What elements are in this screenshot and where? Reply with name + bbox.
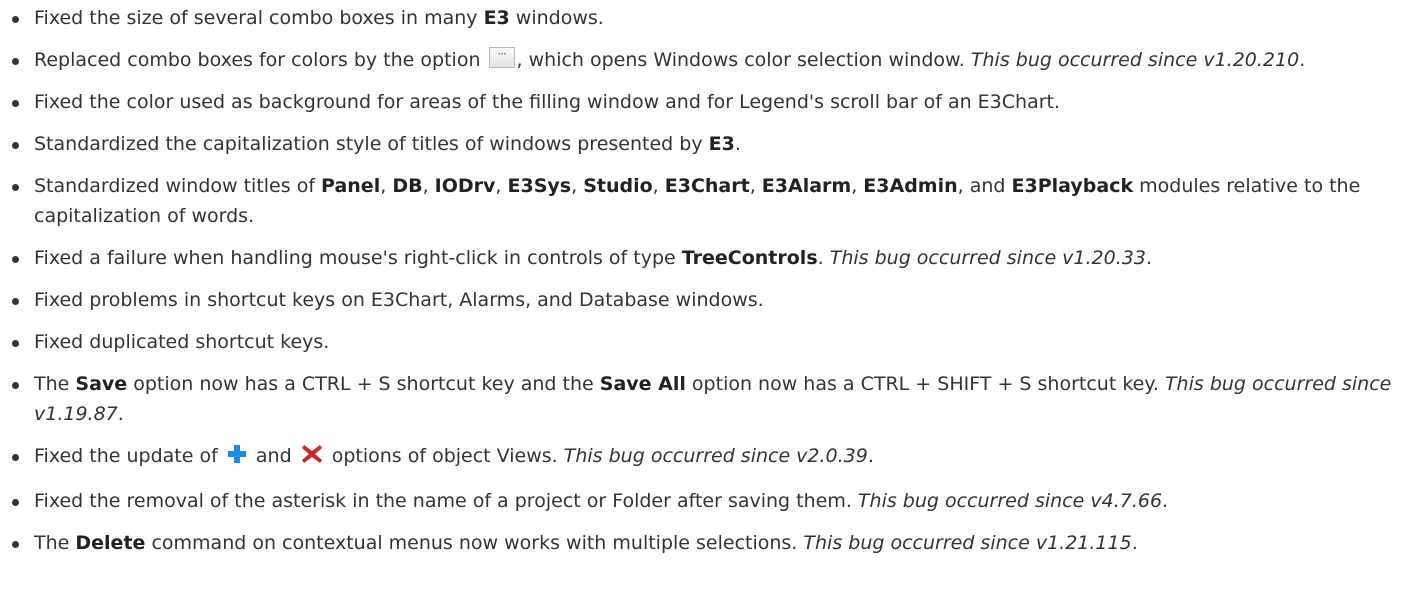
list-item: Fixed the color used as background for a… bbox=[0, 87, 1410, 117]
bug-note: This bug occurred since v1.20.210 bbox=[970, 49, 1300, 71]
list-item: Fixed problems in shortcut keys on E3Cha… bbox=[0, 285, 1410, 315]
module-name: E3Playback bbox=[1011, 175, 1134, 197]
list-item: Fixed the size of several combo boxes in… bbox=[0, 3, 1410, 33]
module-name: Studio bbox=[583, 175, 653, 197]
module-name: DB bbox=[392, 175, 423, 197]
option-name: Save bbox=[75, 373, 128, 395]
list-item: The Save option now has a CTRL + S short… bbox=[0, 369, 1410, 429]
list-item: Fixed a failure when handling mouse's ri… bbox=[0, 243, 1410, 273]
module-name: Panel bbox=[321, 175, 381, 197]
ellipsis-button[interactable]: ··· bbox=[488, 47, 515, 68]
list-item: Replaced combo boxes for colors by the o… bbox=[0, 45, 1410, 75]
bug-note: This bug occurred since v4.7.66 bbox=[857, 490, 1163, 512]
list-item: Standardized window titles of Panel, DB,… bbox=[0, 171, 1410, 231]
module-name: E3Alarm bbox=[761, 175, 852, 197]
x-icon bbox=[300, 443, 324, 474]
control-name: TreeControls bbox=[681, 247, 818, 269]
option-name: Save All bbox=[599, 373, 686, 395]
bug-note: This bug occurred since v1.20.33 bbox=[829, 247, 1146, 269]
module-name: IODrv bbox=[434, 175, 496, 197]
command-name: Delete bbox=[75, 532, 146, 554]
ellipsis-icon: ··· bbox=[497, 47, 506, 61]
product-name: E3 bbox=[483, 7, 510, 29]
bug-note: This bug occurred since v2.0.39 bbox=[563, 445, 868, 467]
list-item: Fixed the update of and options of objec… bbox=[0, 441, 1410, 474]
plus-icon bbox=[226, 443, 248, 474]
product-name: E3 bbox=[708, 133, 735, 155]
list-item: Fixed duplicated shortcut keys. bbox=[0, 327, 1410, 357]
module-name: E3Chart bbox=[664, 175, 750, 197]
release-notes-list: Fixed the size of several combo boxes in… bbox=[0, 3, 1410, 558]
list-item: Fixed the removal of the asterisk in the… bbox=[0, 486, 1410, 516]
module-name: E3Sys bbox=[507, 175, 572, 197]
list-item: Standardized the capitalization style of… bbox=[0, 129, 1410, 159]
module-name: E3Admin bbox=[863, 175, 958, 197]
bug-note: This bug occurred since v1.21.115 bbox=[803, 532, 1132, 554]
list-item: The Delete command on contextual menus n… bbox=[0, 528, 1410, 558]
